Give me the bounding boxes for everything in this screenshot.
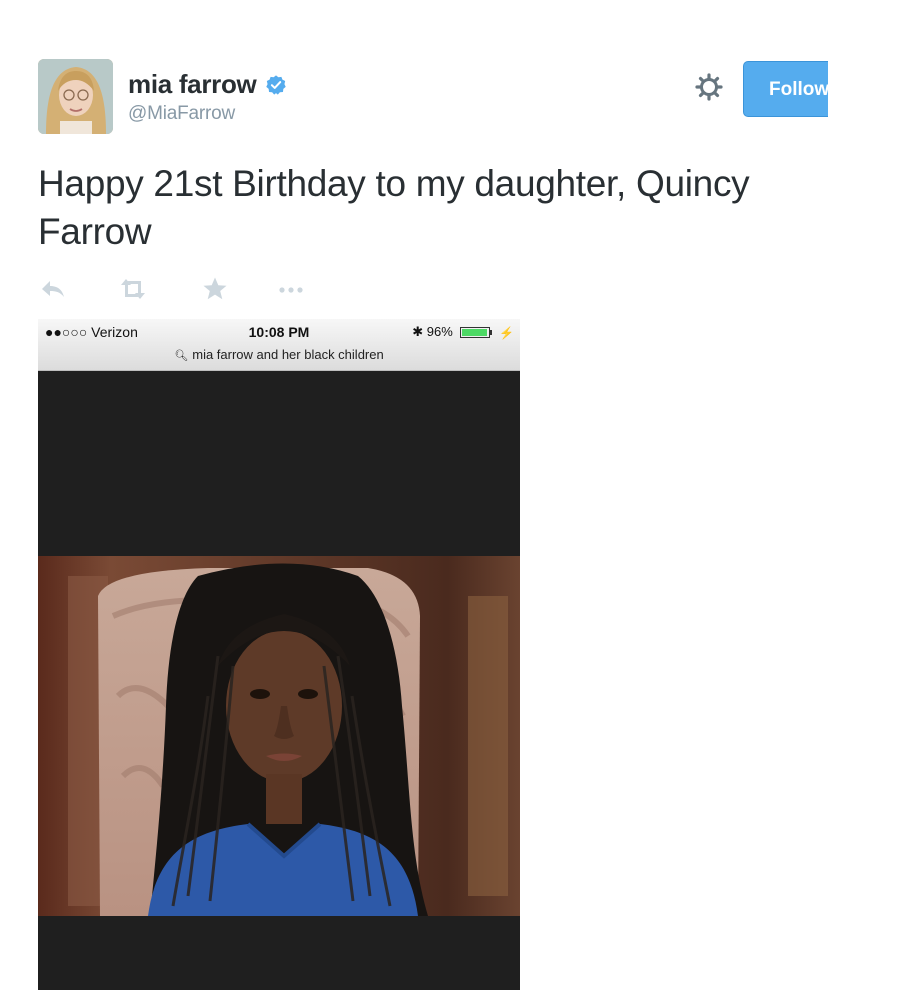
- follow-button[interactable]: Follow: [743, 61, 828, 117]
- author-names: mia farrow @MiaFarrow: [128, 69, 287, 125]
- battery-percent: 96%: [426, 324, 453, 339]
- author-name[interactable]: mia farrow: [128, 69, 257, 100]
- tweet-text: Happy 21st Birthday to my daughter, Quin…: [38, 163, 750, 252]
- search-query: 🔍︎ mia farrow and her black children: [38, 347, 520, 362]
- verified-badge-icon: [266, 74, 286, 95]
- more-icon[interactable]: [276, 275, 306, 303]
- portrait-photo: [38, 556, 520, 916]
- star-icon[interactable]: [200, 275, 230, 303]
- battery-level-fill: [462, 329, 488, 337]
- gear-icon[interactable]: [693, 71, 725, 103]
- charging-icon: ⚡: [499, 325, 514, 340]
- search-icon: 🔍︎: [174, 350, 189, 362]
- tweet-header: mia farrow @MiaFarrow Follow: [38, 59, 828, 135]
- embedded-status-bar: ●●○○○ Verizon 10:08 PM ✱ 96% ⚡ 🔍︎ mia far…: [38, 319, 520, 371]
- avatar[interactable]: [38, 59, 113, 134]
- search-query-text: mia farrow and her black children: [192, 347, 384, 362]
- reply-icon[interactable]: [38, 275, 68, 303]
- battery-icon: [460, 327, 491, 339]
- battery-status: ✱ 96% ⚡: [412, 324, 514, 340]
- author-handle[interactable]: @MiaFarrow: [128, 103, 287, 125]
- tweet-photo[interactable]: ●●○○○ Verizon 10:08 PM ✱ 96% ⚡ 🔍︎ mia far…: [38, 319, 520, 990]
- retweet-icon[interactable]: [118, 275, 148, 303]
- battery-tip: [490, 330, 493, 336]
- bluetooth-icon: ✱: [412, 324, 424, 339]
